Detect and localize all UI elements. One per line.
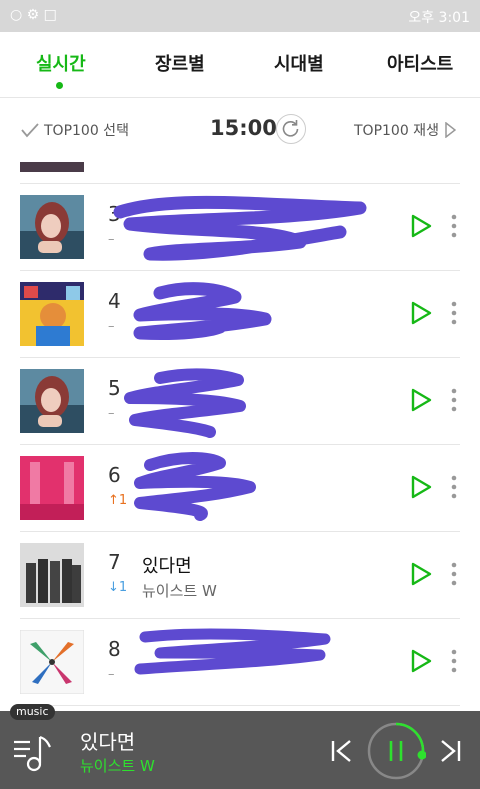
rank: 5 — [108, 376, 121, 400]
playlist-icon[interactable] — [12, 731, 56, 775]
prev-icon[interactable] — [330, 738, 354, 764]
play-icon[interactable] — [410, 388, 432, 412]
play-icon[interactable] — [410, 301, 432, 325]
play-top100-button[interactable]: TOP100 재생 — [354, 120, 456, 140]
play-top100-label: TOP100 재생 — [354, 123, 439, 139]
refresh-button[interactable] — [276, 114, 306, 144]
more-icon[interactable] — [448, 473, 460, 501]
status-clock: 오후 3:01 — [408, 10, 470, 26]
more-icon[interactable] — [448, 386, 460, 414]
rank-change: – — [108, 406, 115, 421]
list-item[interactable] — [20, 162, 460, 184]
rank-change: – — [108, 319, 115, 334]
rank: 8 — [108, 637, 121, 661]
album-art[interactable] — [20, 543, 84, 607]
list-item[interactable]: 6 ↑1 — [20, 445, 460, 532]
rank: 4 — [108, 289, 121, 313]
more-icon[interactable] — [448, 299, 460, 327]
tab-realtime[interactable]: 실시간 — [36, 50, 86, 76]
album-art[interactable] — [20, 369, 84, 433]
mini-player[interactable]: 있다면 뉴이스트 W — [0, 711, 480, 789]
rank-change: ↑1 — [108, 493, 128, 508]
list-item[interactable]: 8 – — [20, 619, 460, 706]
list-item[interactable]: 5 – — [20, 358, 460, 445]
play-icon — [445, 122, 456, 138]
album-art[interactable] — [20, 282, 84, 346]
redaction-scribble — [124, 368, 246, 438]
more-icon[interactable] — [448, 647, 460, 675]
play-icon[interactable] — [410, 649, 432, 673]
rank-change: ↓1 — [108, 580, 128, 595]
album-art[interactable] — [20, 456, 84, 520]
chart-tabs: 실시간 장르별 시대별 아티스트 — [0, 32, 480, 98]
select-top100-label: TOP100 선택 — [44, 123, 129, 139]
list-item[interactable]: 7 ↓1 있다면 뉴이스트 W — [20, 532, 460, 619]
tab-genre[interactable]: 장르별 — [155, 50, 205, 76]
redaction-scribble — [134, 628, 331, 675]
rank: 3 — [108, 202, 121, 226]
next-icon[interactable] — [438, 738, 462, 764]
rank: 6 — [108, 463, 121, 487]
rank-change: – — [108, 232, 115, 247]
redaction-scribble — [134, 452, 256, 521]
status-icons: ○ ⚙ □ — [10, 7, 57, 23]
more-icon[interactable] — [448, 560, 460, 588]
album-art — [20, 162, 84, 172]
check-icon — [21, 123, 39, 138]
tab-artist[interactable]: 아티스트 — [387, 50, 453, 76]
play-icon[interactable] — [410, 562, 432, 586]
music-tag: music — [10, 704, 55, 720]
now-playing-title[interactable]: 있다면 — [80, 726, 135, 755]
chart-control-bar: TOP100 선택 15:00 TOP100 재생 — [0, 98, 480, 162]
rank: 7 — [108, 550, 121, 574]
chart-time: 15:00 — [210, 116, 277, 140]
pause-icon[interactable] — [366, 721, 426, 781]
list-item[interactable]: 4 – — [20, 271, 460, 358]
song-artist[interactable]: 뉴이스트 W — [142, 580, 217, 601]
select-top100-button[interactable]: TOP100 선택 — [20, 120, 129, 140]
album-art[interactable] — [20, 195, 84, 259]
status-bar: ○ ⚙ □ 오후 3:01 — [0, 0, 480, 32]
active-tab-indicator — [56, 82, 63, 89]
refresh-icon — [282, 120, 299, 137]
rank-change: – — [108, 667, 115, 682]
more-icon[interactable] — [448, 212, 460, 240]
redaction-scribble — [133, 282, 272, 341]
play-icon[interactable] — [410, 214, 432, 238]
song-title[interactable]: 있다면 — [142, 552, 192, 578]
redaction-scribble — [113, 195, 367, 261]
list-item[interactable]: 3 – — [20, 184, 460, 271]
tab-era[interactable]: 시대별 — [274, 50, 324, 76]
now-playing-artist[interactable]: 뉴이스트 W — [80, 755, 155, 776]
play-icon[interactable] — [410, 475, 432, 499]
album-art[interactable] — [20, 630, 84, 694]
